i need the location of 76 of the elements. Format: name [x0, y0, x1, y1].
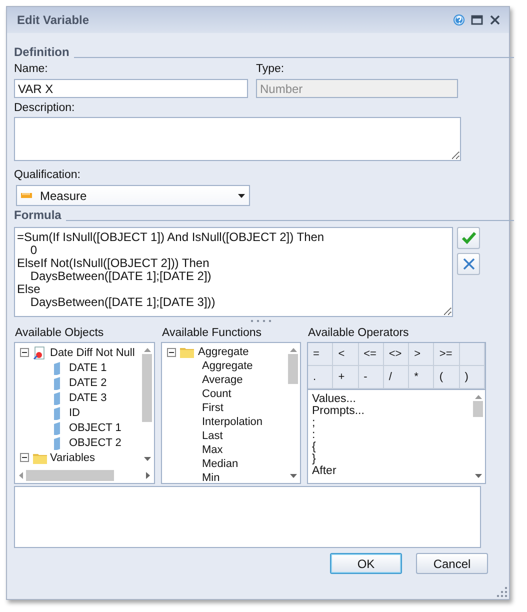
- tree-item[interactable]: DATE 3: [69, 392, 107, 404]
- panel-heading: Available Objects: [15, 327, 105, 340]
- section-heading: Formula: [14, 208, 62, 222]
- caret-icon: [238, 194, 245, 198]
- collapse-icon[interactable]: [20, 453, 29, 462]
- scroll-right-icon: [146, 472, 150, 478]
- ruler-icon: [21, 191, 32, 200]
- cancel-button[interactable]: Cancel: [416, 553, 488, 574]
- tree-item[interactable]: Date Diff Not Null: [50, 346, 135, 358]
- tree-item[interactable]: Interpolation: [202, 416, 263, 428]
- operator-key[interactable]: =: [308, 343, 334, 366]
- tree-item[interactable]: Count: [202, 388, 232, 400]
- checkmark-icon: [460, 230, 476, 246]
- ok-button[interactable]: OK: [330, 553, 402, 574]
- folder-icon: [180, 345, 194, 359]
- tree-item[interactable]: Aggregate: [198, 346, 249, 358]
- scrollbar-thumb[interactable]: [26, 470, 114, 480]
- field-label: Type:: [256, 63, 286, 76]
- operator-key[interactable]: >: [409, 343, 434, 366]
- panel-heading: Available Operators: [308, 327, 410, 340]
- operator-key[interactable]: <: [333, 343, 359, 366]
- description-field[interactable]: [14, 117, 461, 161]
- tree-item[interactable]: OBJECT 2: [69, 436, 122, 448]
- scroll-up-icon: [144, 348, 150, 352]
- tree-item[interactable]: DATE 2: [69, 376, 107, 388]
- list-item[interactable]: :: [312, 429, 471, 441]
- operator-key[interactable]: <>: [384, 343, 410, 366]
- scrollbar-thumb[interactable]: [288, 354, 298, 384]
- scroll-up-icon: [474, 395, 482, 399]
- scroll-down-icon: [144, 457, 150, 461]
- resize-grip-icon: [497, 587, 507, 597]
- scroll-up-icon: [290, 348, 296, 352]
- field-label: Name:: [14, 63, 49, 76]
- validate-button[interactable]: [457, 227, 480, 249]
- tree-item[interactable]: Max: [202, 444, 223, 456]
- tree-item[interactable]: OBJECT 1: [69, 422, 122, 434]
- panel-heading: Available Functions: [162, 327, 263, 340]
- scroll-down-icon: [474, 474, 482, 478]
- list-item[interactable]: Prompts...: [312, 405, 471, 417]
- tree-item[interactable]: First: [202, 402, 224, 414]
- close-icon[interactable]: [489, 14, 501, 26]
- list-item[interactable]: {: [312, 441, 471, 453]
- splitter-handle-icon: [251, 320, 271, 322]
- scrollbar-thumb[interactable]: [473, 401, 483, 417]
- scrollbar-thumb[interactable]: [142, 354, 152, 422]
- qualification-dropdown[interactable]: Measure: [16, 185, 250, 206]
- tree-item[interactable]: Min: [202, 472, 220, 483]
- collapse-icon[interactable]: [167, 348, 176, 356]
- field-label: Description:: [14, 102, 76, 115]
- tree-item[interactable]: Variables: [50, 452, 96, 464]
- list-item[interactable]: Values...: [312, 393, 471, 405]
- tree-item[interactable]: ID: [69, 406, 80, 418]
- empty-key: [460, 343, 485, 366]
- tree-item[interactable]: DATE 1: [69, 362, 107, 374]
- section-heading: Definition: [14, 45, 70, 59]
- operator-key[interactable]: <=: [358, 343, 384, 366]
- list-item[interactable]: After: [312, 465, 471, 477]
- collapse-icon[interactable]: [20, 348, 29, 357]
- tree-item[interactable]: Aggregate: [202, 360, 253, 372]
- window-title: Edit Variable: [17, 13, 90, 27]
- cross-icon: [460, 256, 476, 272]
- scroll-left-icon: [19, 472, 23, 478]
- maximize-icon[interactable]: [471, 14, 483, 26]
- list-item[interactable]: ;: [312, 417, 471, 429]
- tree-item[interactable]: Last: [202, 430, 223, 442]
- help-icon[interactable]: [453, 14, 465, 26]
- name-field[interactable]: VAR X: [14, 79, 248, 98]
- clear-button[interactable]: [457, 253, 480, 275]
- tree-item[interactable]: Average: [202, 374, 243, 386]
- document-pin-icon: [33, 346, 47, 360]
- list-item[interactable]: }: [312, 453, 471, 465]
- field-label: Qualification:: [14, 169, 82, 182]
- formula-editor[interactable]: =Sum(If IsNull([OBJECT 1]) And IsNull([OBJECT 2]) Then 0 ElseIf Not(IsNull([OBJECT 2])) Then DaysBetween([DATE 1];[DATE 2]) Else DaysBetween([DATE 1];[DATE 3])): [14, 227, 453, 317]
- scroll-down-icon: [290, 474, 296, 478]
- tree-item[interactable]: Median: [202, 458, 238, 470]
- operator-key[interactable]: >=: [434, 343, 460, 366]
